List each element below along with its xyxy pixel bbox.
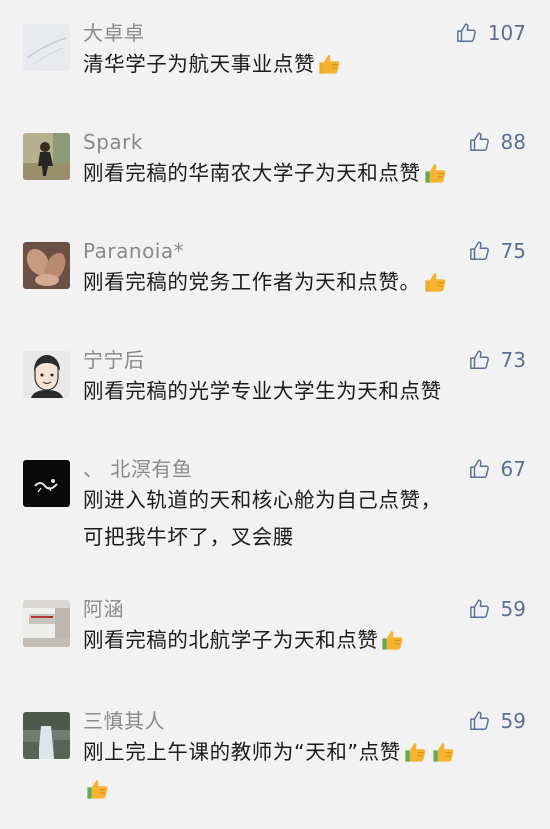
comment-text: 刚看完稿的光学专业大学生为天和点赞 [83,373,523,410]
thumbs-up-icon[interactable] [456,22,478,44]
like-button[interactable]: 75 [469,236,526,266]
thumbs-up-emoji-icon [382,631,403,650]
comment-line: 刚看完稿的光学专业大学生为天和点赞 [83,379,442,403]
like-button[interactable]: 59 [469,706,526,736]
avatar[interactable] [23,460,70,507]
thumbs-up-icon[interactable] [469,240,491,262]
commenter-name[interactable]: 宁宁后 [83,345,145,375]
thumbs-up-icon[interactable] [469,458,491,480]
thumbs-up-emoji-icon [424,273,446,292]
thumbs-up-emoji-icon [424,164,446,183]
commenter-name[interactable]: 大卓卓 [83,18,145,48]
avatar[interactable] [23,24,70,71]
comment-text: 刚进入轨道的天和核心舱为自己点赞， 可把我牛坏了，叉会腰 [83,482,523,556]
comment-text: 刚看完稿的北航学子为天和点赞 [83,622,523,659]
like-count: 73 [500,348,526,372]
thumbs-up-icon[interactable] [469,598,491,620]
avatar[interactable] [23,600,70,647]
comment-line: 刚上完上午课的教师为“天和”点赞 [83,740,401,764]
thumbs-up-icon[interactable] [469,131,491,153]
comment-text: 刚上完上午课的教师为“天和”点赞 [83,734,523,808]
comment-line: 刚看完稿的北航学子为天和点赞 [83,628,379,652]
like-count: 88 [500,130,526,154]
like-count: 107 [487,21,526,45]
comment-line: 刚进入轨道的天和核心舱为自己点赞， [83,488,442,512]
like-button[interactable]: 73 [469,345,526,375]
commenter-name[interactable]: Paranoia* [83,236,184,266]
avatar[interactable] [23,351,70,398]
comment-line: 清华学子为航天事业点赞 [83,52,316,76]
like-count: 59 [500,709,526,733]
commenter-name[interactable]: 阿涵 [83,594,124,624]
comment-list: 大卓卓 107 清华学子为航天事业点赞 Spark 88 刚看完稿的华南农大学子… [0,0,550,829]
like-button[interactable]: 88 [469,127,526,157]
comment-text: 清华学子为航天事业点赞 [83,46,523,83]
comment-line: 可把我牛坏了，叉会腰 [83,525,294,549]
thumbs-up-emoji-icon [319,55,340,74]
like-count: 75 [500,239,526,263]
comment-text: 刚看完稿的党务工作者为天和点赞。 [83,264,523,301]
like-button[interactable]: 59 [469,594,526,624]
commenter-name[interactable]: 、 北溟有鱼 [83,454,192,484]
avatar[interactable] [23,133,70,180]
thumbs-up-icon[interactable] [469,710,491,732]
commenter-name[interactable]: Spark [83,127,143,157]
avatar[interactable] [23,712,70,759]
thumbs-up-icon[interactable] [469,349,491,371]
avatar[interactable] [23,242,70,289]
comment-text: 刚看完稿的华南农大学子为天和点赞 [83,155,523,192]
comment-line: 刚看完稿的华南农大学子为天和点赞 [83,161,421,185]
like-count: 67 [500,457,526,481]
thumbs-up-emoji-icon [405,743,426,762]
like-button[interactable]: 107 [456,18,526,48]
thumbs-up-emoji-icon [433,743,454,762]
like-button[interactable]: 67 [469,454,526,484]
commenter-name[interactable]: 三慎其人 [83,706,165,736]
thumbs-up-emoji-icon [87,780,108,799]
like-count: 59 [500,597,526,621]
comment-line: 刚看完稿的党务工作者为天和点赞。 [83,270,421,294]
